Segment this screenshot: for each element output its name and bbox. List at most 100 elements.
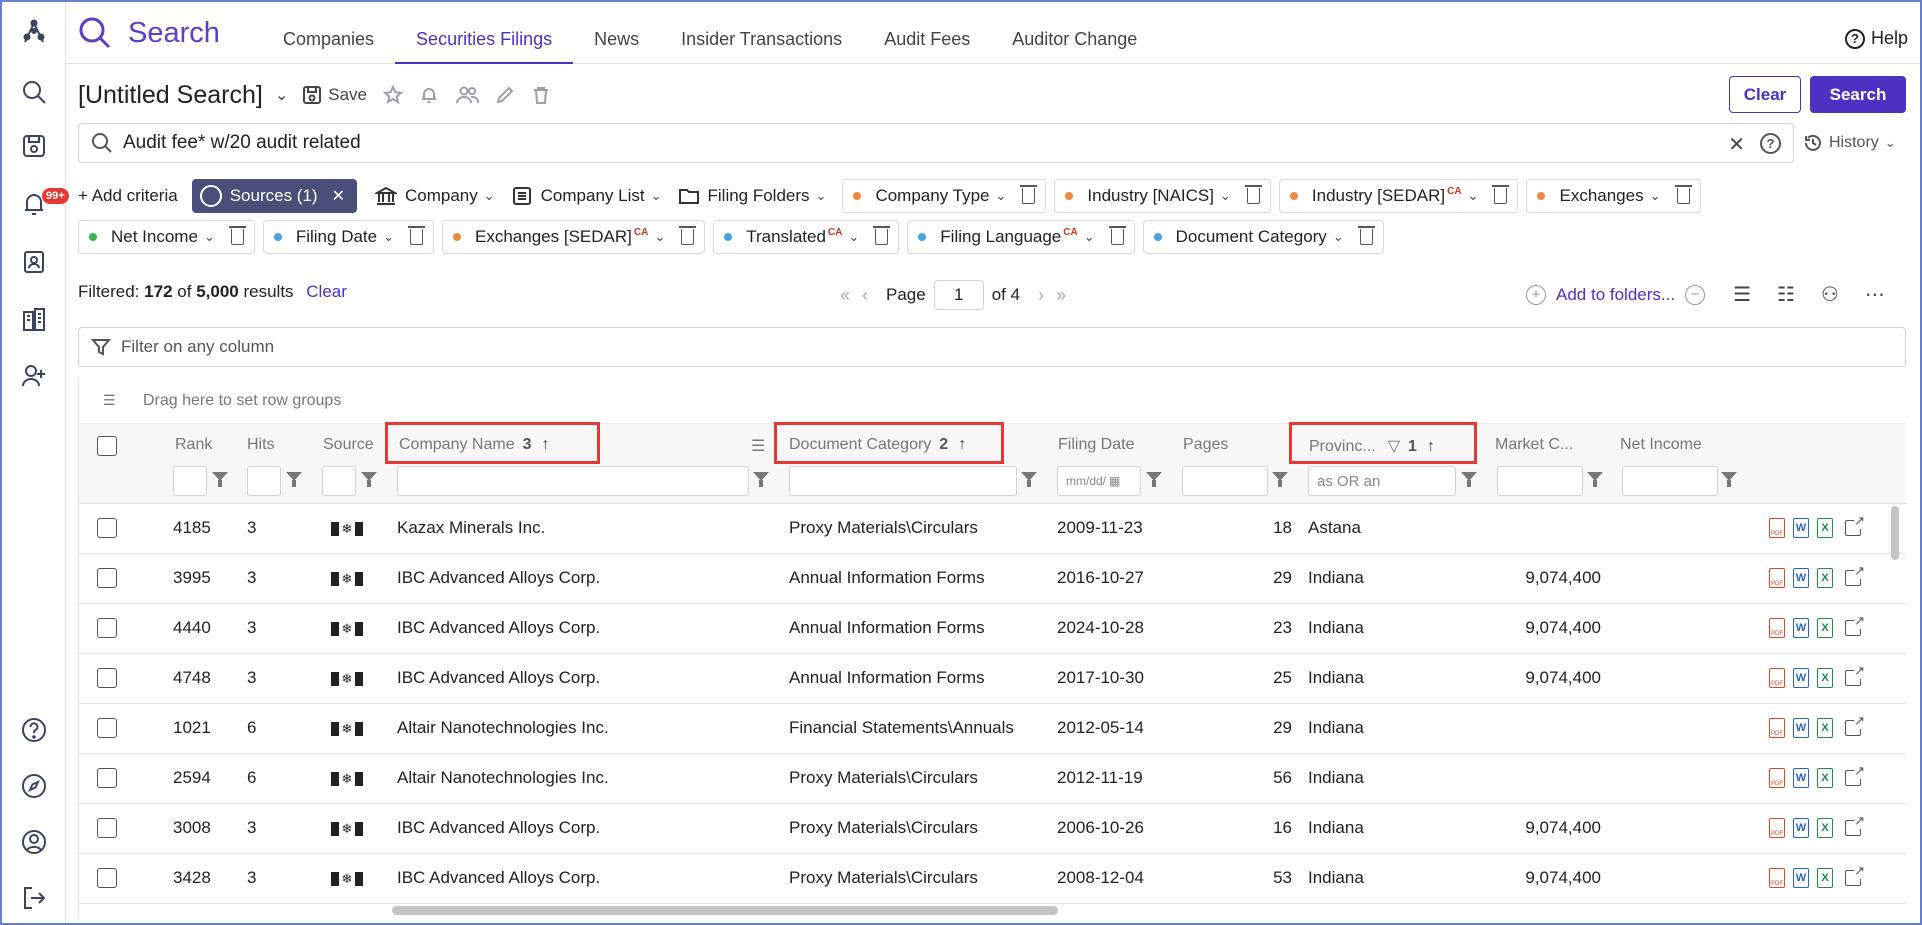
- criteria-chip[interactable]: Company Type ⌄: [842, 179, 1047, 213]
- compass-icon[interactable]: [16, 768, 52, 804]
- criteria-chip[interactable]: Industry [SEDAR] CA ⌄: [1278, 179, 1519, 213]
- open-external-icon[interactable]: [1845, 813, 1865, 836]
- filter-icon[interactable]: [1587, 470, 1603, 488]
- word-icon[interactable]: W: [1793, 568, 1809, 588]
- excel-icon[interactable]: X: [1817, 818, 1833, 838]
- excel-icon[interactable]: X: [1817, 768, 1833, 788]
- criteria-chip[interactable]: Filing Language CA ⌄: [907, 220, 1135, 254]
- trash-icon[interactable]: [408, 226, 426, 245]
- cell-company-name[interactable]: Altair Nanotechnologies Inc.: [397, 768, 609, 788]
- trash-icon[interactable]: [873, 226, 891, 245]
- row-checkbox[interactable]: [97, 718, 117, 738]
- pdf-icon[interactable]: PDF: [1769, 868, 1785, 888]
- pdf-icon[interactable]: PDF: [1769, 768, 1785, 788]
- col-hits[interactable]: Hits: [247, 436, 275, 454]
- chevron-down-icon[interactable]: ⌄: [275, 85, 288, 105]
- pdf-icon[interactable]: PDF: [1769, 618, 1785, 638]
- add-user-icon[interactable]: [16, 358, 52, 394]
- filter-icon[interactable]: [1721, 470, 1737, 488]
- word-icon[interactable]: W: [1793, 818, 1809, 838]
- clear-filter-link[interactable]: Clear: [306, 282, 347, 301]
- share-users-icon[interactable]: [455, 85, 479, 105]
- pencil-icon[interactable]: [495, 85, 515, 105]
- col-filing-date[interactable]: Filing Date: [1058, 436, 1134, 454]
- company-criteria[interactable]: Company ⌄: [374, 185, 495, 207]
- trash-icon[interactable]: [1244, 185, 1262, 204]
- column-filter-input[interactable]: Filter on any column: [78, 327, 1906, 367]
- open-external-icon[interactable]: [1845, 713, 1865, 736]
- hits-filter-input[interactable]: [247, 466, 281, 496]
- preview-glasses-icon[interactable]: ⚇: [1821, 282, 1839, 307]
- table-row[interactable]: 2594 6 ❄ Altair Nanotechnologies Inc. Proxy …: [79, 754, 1906, 804]
- search-icon[interactable]: [16, 74, 52, 110]
- columns-view-icon[interactable]: ☷: [1777, 282, 1795, 307]
- excel-icon[interactable]: X: [1817, 618, 1833, 638]
- horizontal-scrollbar[interactable]: [392, 906, 1058, 915]
- history-button[interactable]: History ⌄: [1803, 133, 1896, 153]
- pdf-icon[interactable]: PDF: [1769, 568, 1785, 588]
- list-view-icon[interactable]: ☰: [1733, 282, 1751, 307]
- vertical-scrollbar[interactable]: [1891, 506, 1899, 560]
- star-icon[interactable]: [382, 85, 403, 105]
- cell-company-name[interactable]: IBC Advanced Alloys Corp.: [397, 668, 600, 688]
- criteria-chip[interactable]: Translated CA ⌄: [713, 220, 900, 254]
- open-external-icon[interactable]: [1845, 563, 1865, 586]
- remove-sources-icon[interactable]: ✕: [332, 186, 345, 206]
- table-row[interactable]: 4748 3 ❄ IBC Advanced Alloys Corp. Annual In…: [79, 654, 1906, 704]
- col-market-cap[interactable]: Market C...: [1495, 436, 1573, 454]
- row-checkbox[interactable]: [97, 568, 117, 588]
- help-button[interactable]: ? Help: [1844, 28, 1908, 49]
- province-filter-input[interactable]: as OR an: [1308, 466, 1456, 496]
- help-icon[interactable]: [16, 712, 52, 748]
- first-page-icon[interactable]: «: [840, 285, 850, 306]
- excel-icon[interactable]: X: [1817, 718, 1833, 738]
- table-row[interactable]: 3995 3 ❄ IBC Advanced Alloys Corp. Annual In…: [79, 554, 1906, 604]
- add-to-folders-button[interactable]: Add to folders...: [1556, 285, 1675, 305]
- trash-icon[interactable]: [1020, 185, 1038, 204]
- criteria-chip[interactable]: Exchanges ⌄: [1526, 179, 1701, 213]
- search-title[interactable]: [Untitled Search]: [78, 81, 263, 110]
- excel-icon[interactable]: X: [1817, 518, 1833, 538]
- tab-companies[interactable]: Companies: [262, 2, 395, 64]
- remove-circle-icon[interactable]: −: [1685, 284, 1706, 305]
- logout-icon[interactable]: [16, 880, 52, 916]
- col-rank[interactable]: Rank: [175, 436, 212, 454]
- next-page-icon[interactable]: ›: [1038, 285, 1044, 306]
- table-row[interactable]: 3008 3 ❄ IBC Advanced Alloys Corp. Proxy Mat…: [79, 804, 1906, 854]
- trash-icon[interactable]: [1108, 226, 1126, 245]
- excel-icon[interactable]: X: [1817, 868, 1833, 888]
- pdf-icon[interactable]: PDF: [1769, 668, 1785, 688]
- criteria-chip[interactable]: Filing Date ⌄: [262, 220, 435, 254]
- rank-filter-input[interactable]: [173, 466, 207, 496]
- search-button[interactable]: Search: [1810, 76, 1906, 113]
- row-checkbox[interactable]: [97, 868, 117, 888]
- last-page-icon[interactable]: »: [1056, 285, 1066, 306]
- row-checkbox[interactable]: [97, 668, 117, 688]
- tab-auditor-change[interactable]: Auditor Change: [991, 2, 1158, 64]
- excel-icon[interactable]: X: [1817, 568, 1833, 588]
- pdf-icon[interactable]: PDF: [1769, 718, 1785, 738]
- filter-icon[interactable]: [1021, 470, 1037, 488]
- prev-page-icon[interactable]: ‹: [862, 285, 868, 306]
- source-filter-input[interactable]: [322, 466, 356, 496]
- col-net-income[interactable]: Net Income: [1620, 436, 1702, 454]
- trash-icon[interactable]: [1674, 185, 1692, 204]
- tab-insider-transactions[interactable]: Insider Transactions: [660, 2, 863, 64]
- more-options-icon[interactable]: ⋯: [1865, 282, 1885, 307]
- select-all-checkbox[interactable]: [97, 436, 117, 456]
- open-external-icon[interactable]: [1845, 513, 1865, 536]
- clear-button[interactable]: Clear: [1729, 76, 1801, 113]
- row-checkbox[interactable]: [97, 518, 117, 538]
- word-icon[interactable]: W: [1793, 518, 1809, 538]
- pdf-icon[interactable]: PDF: [1769, 518, 1785, 538]
- market-cap-filter-input[interactable]: [1497, 466, 1583, 496]
- brand[interactable]: Search: [78, 16, 220, 50]
- filter-icon[interactable]: [1461, 470, 1477, 488]
- excel-icon[interactable]: X: [1817, 668, 1833, 688]
- add-criteria-button[interactable]: + Add criteria: [78, 186, 178, 206]
- cell-company-name[interactable]: IBC Advanced Alloys Corp.: [397, 818, 600, 838]
- criteria-chip[interactable]: Exchanges [SEDAR] CA ⌄: [442, 220, 706, 254]
- row-checkbox[interactable]: [97, 768, 117, 788]
- net-income-filter-input[interactable]: [1622, 466, 1718, 496]
- query-text[interactable]: Audit fee* w/20 audit related: [123, 132, 361, 154]
